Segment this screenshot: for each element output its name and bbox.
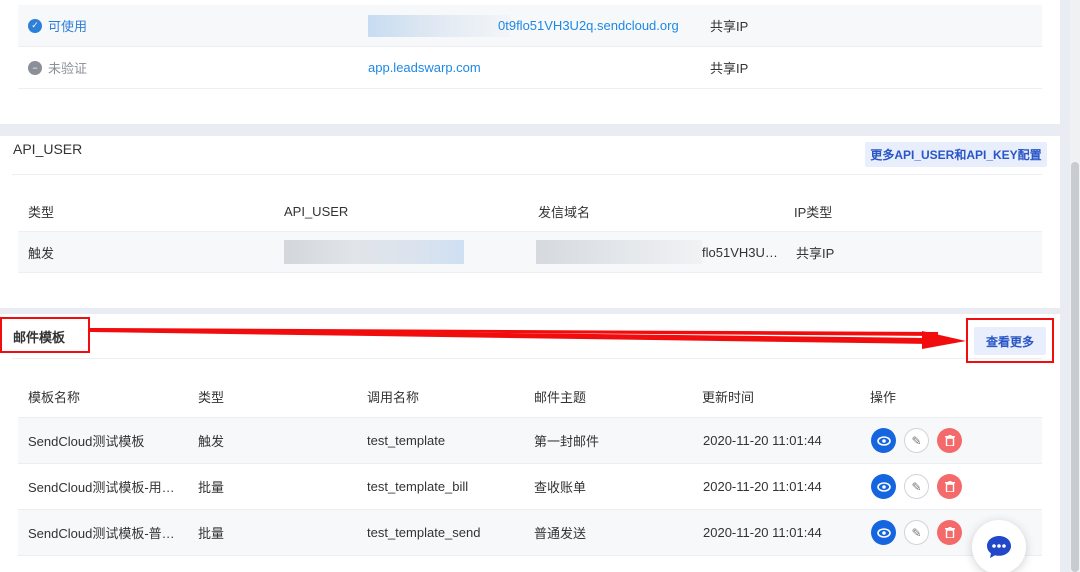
header-api-user: API_USER: [284, 204, 349, 219]
api-user-type: 触发: [28, 245, 55, 261]
trash-icon[interactable]: [937, 428, 962, 453]
trash-icon[interactable]: [937, 520, 962, 545]
eye-icon[interactable]: [871, 428, 896, 453]
template-updated: 2020-11-20 11:01:44: [703, 479, 822, 494]
domain-status: ✓ 可使用: [28, 5, 87, 46]
template-name: SendCloud测试模板-普…: [28, 526, 175, 541]
template-actions: ✎: [871, 418, 970, 463]
template-updated: 2020-11-20 11:01:44: [703, 525, 822, 540]
chat-button[interactable]: [972, 520, 1026, 572]
domain-ip-type: 共享IP: [710, 19, 749, 34]
domain-status: − 未验证: [28, 47, 87, 88]
redacted-block: [284, 240, 464, 264]
template-row: SendCloud测试模板-普… 批量 test_template_send 普…: [18, 510, 1042, 556]
template-subject: 第一封邮件: [534, 434, 600, 449]
annotation-arrow: [90, 328, 966, 349]
more-api-config-button[interactable]: 更多API_USER和API_KEY配置: [865, 142, 1047, 167]
template-call-name: test_template_send: [367, 525, 481, 540]
divider: [12, 174, 1042, 175]
template-row: SendCloud测试模板 触发 test_template 第一封邮件 202…: [18, 418, 1042, 464]
api-user-ip-type: 共享IP: [796, 245, 835, 261]
check-circle-icon: ✓: [28, 18, 42, 33]
template-type: 批量: [198, 480, 225, 495]
annotation-box-title: [0, 317, 90, 353]
template-actions: ✎: [871, 464, 970, 509]
pencil-icon[interactable]: ✎: [904, 520, 929, 545]
redacted-block: [536, 240, 702, 264]
domain-row: ✓ 可使用 0t9flo51VH3U2q.sendcloud.org 共享IP: [18, 5, 1042, 47]
eye-icon[interactable]: [871, 474, 896, 499]
domain-row: − 未验证 app.leadswarp.com 共享IP: [18, 47, 1042, 89]
header-subject: 邮件主题: [534, 390, 587, 405]
header-ip-type: IP类型: [794, 205, 833, 220]
pencil-icon[interactable]: ✎: [904, 428, 929, 453]
api-user-row: 触发 flo51VH3U… 共享IP: [18, 232, 1042, 273]
api-user-card: API_USER 更多API_USER和API_KEY配置 类型 API_USE…: [0, 136, 1060, 308]
template-actions: ✎: [871, 510, 970, 555]
domain-card: ✓ 可使用 0t9flo51VH3U2q.sendcloud.org 共享IP …: [0, 0, 1060, 124]
domain-ip-type: 共享IP: [710, 61, 749, 76]
divider: [12, 358, 1042, 359]
redacted-block: [368, 14, 510, 37]
template-name: SendCloud测试模板: [28, 434, 145, 449]
pencil-icon[interactable]: ✎: [904, 474, 929, 499]
template-name: SendCloud测试模板-用…: [28, 480, 175, 495]
header-template-name: 模板名称: [28, 390, 81, 405]
annotation-box-button: [966, 318, 1054, 363]
template-subject: 普通发送: [534, 526, 587, 541]
api-user-table-header: 类型 API_USER 发信域名 IP类型: [18, 192, 1042, 232]
template-type: 批量: [198, 526, 225, 541]
trash-icon[interactable]: [937, 474, 962, 499]
scrollbar-thumb[interactable]: [1071, 162, 1079, 572]
template-updated: 2020-11-20 11:01:44: [703, 433, 822, 448]
chat-bubble-icon: [987, 536, 1011, 558]
api-user-title: API_USER: [13, 141, 83, 157]
template-type: 触发: [198, 434, 225, 449]
template-subject: 查收账单: [534, 480, 587, 495]
api-user-domain: flo51VH3U…: [536, 232, 786, 272]
template-call-name: test_template: [367, 433, 446, 448]
template-table-header: 模板名称 类型 调用名称 邮件主题 更新时间 操作: [18, 376, 1042, 418]
template-call-name: test_template_bill: [367, 479, 469, 494]
domain-name[interactable]: app.leadswarp.com: [368, 47, 481, 88]
header-updated: 更新时间: [702, 390, 755, 405]
header-actions: 操作: [870, 390, 897, 405]
header-type: 类型: [28, 205, 55, 220]
eye-icon[interactable]: [871, 520, 896, 545]
header-call-name: 调用名称: [367, 390, 420, 405]
api-user-value: [284, 232, 464, 272]
pending-circle-icon: −: [28, 60, 42, 75]
template-row: SendCloud测试模板-用… 批量 test_template_bill 查…: [18, 464, 1042, 510]
header-type: 类型: [198, 390, 225, 405]
header-domain: 发信域名: [538, 205, 591, 220]
domain-name[interactable]: 0t9flo51VH3U2q.sendcloud.org: [368, 5, 688, 46]
